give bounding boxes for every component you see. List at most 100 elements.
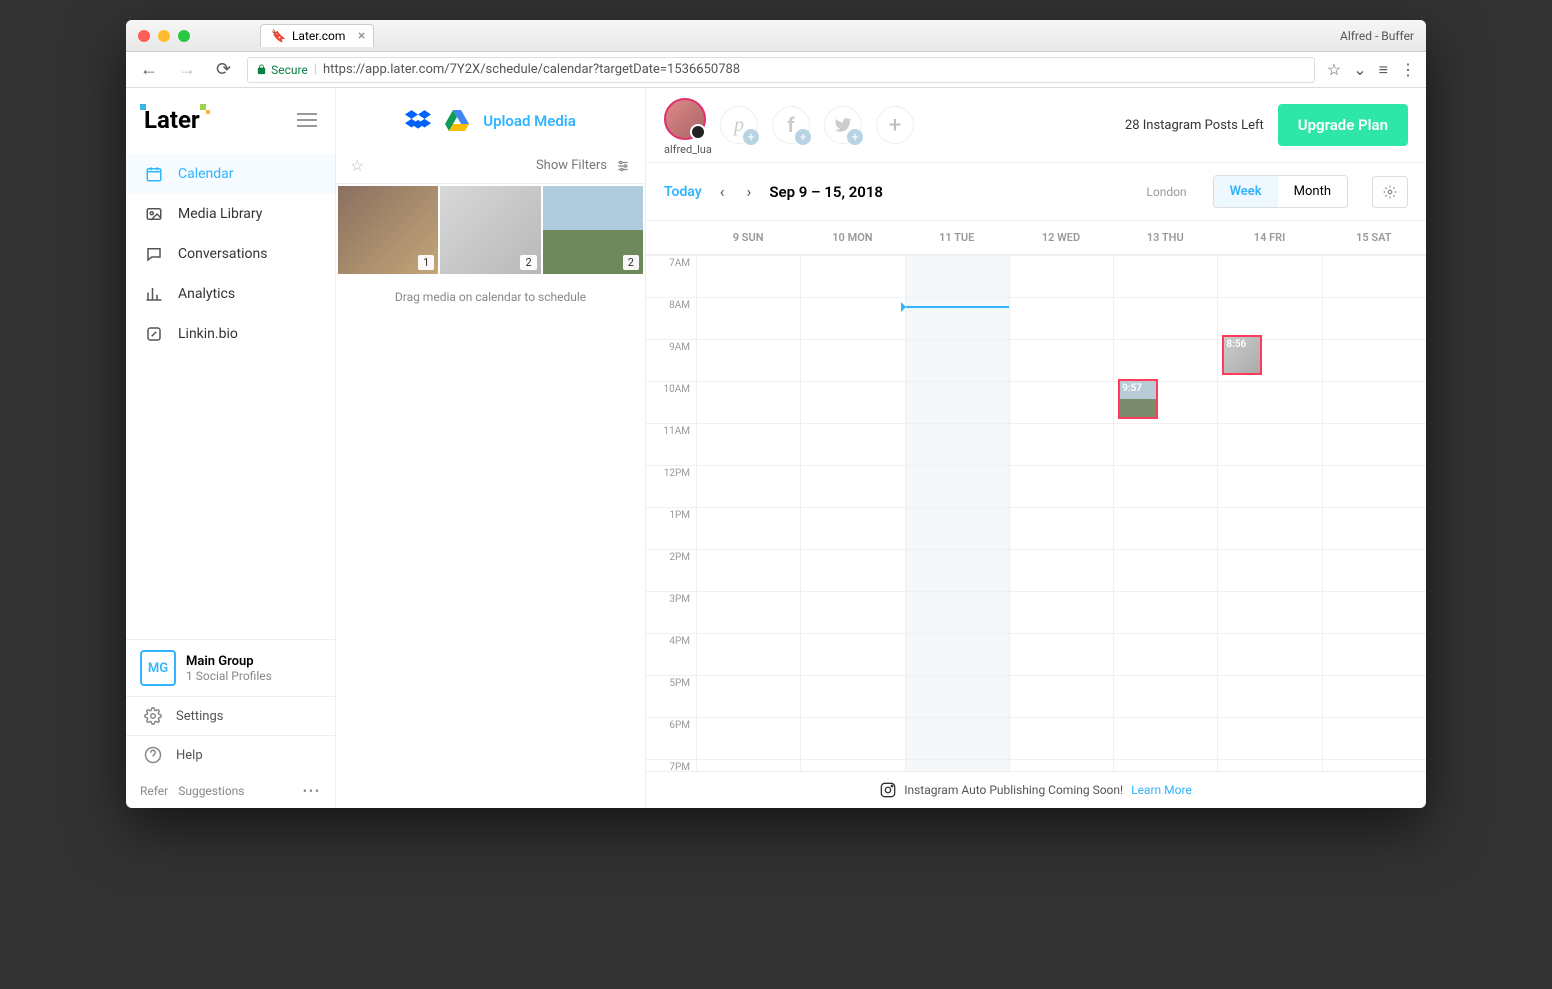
star-filter-icon[interactable]: ☆ <box>350 156 364 175</box>
tab-favicon: 🔖 <box>271 29 286 43</box>
group-sub: 1 Social Profiles <box>186 669 272 683</box>
close-tab-icon[interactable]: × <box>358 28 365 44</box>
hour-label: 7PM <box>646 759 696 771</box>
upload-media-button[interactable]: Upload Media <box>483 112 576 130</box>
dropbox-icon[interactable] <box>405 110 431 132</box>
minimize-window-button[interactable] <box>158 30 170 42</box>
day-column[interactable] <box>905 255 1009 771</box>
sidebar-item-label: Linkin.bio <box>178 326 238 342</box>
calendar-settings-button[interactable] <box>1372 176 1408 208</box>
day-header: 11 TUE <box>905 221 1009 254</box>
refer-link[interactable]: Refer <box>140 784 168 798</box>
scheduled-post[interactable]: 8:56 <box>1222 335 1262 375</box>
day-header: 10 MON <box>800 221 904 254</box>
settings-label: Settings <box>176 709 223 724</box>
day-column[interactable] <box>696 255 800 771</box>
secure-badge: Secure <box>256 63 308 77</box>
gear-icon <box>1383 185 1397 199</box>
pinterest-icon: p <box>734 114 744 137</box>
help-label: Help <box>176 748 203 763</box>
posts-left-label: 28 Instagram Posts Left <box>1125 118 1264 133</box>
media-thumb[interactable]: 2 <box>543 186 643 274</box>
calendar-icon <box>144 164 164 184</box>
more-icon[interactable]: ••• <box>303 784 321 798</box>
sidebar-item-label: Calendar <box>178 166 234 182</box>
add-facebook-button[interactable]: f+ <box>772 106 810 144</box>
back-button[interactable]: ← <box>136 59 162 80</box>
add-profile-button[interactable]: + <box>876 106 914 144</box>
day-column[interactable]: 9:57 <box>1113 255 1217 771</box>
close-window-button[interactable] <box>138 30 150 42</box>
day-header: 15 SAT <box>1322 221 1426 254</box>
learn-more-link[interactable]: Learn More <box>1131 783 1192 797</box>
instagram-icon <box>880 782 896 798</box>
add-pinterest-button[interactable]: p+ <box>720 106 758 144</box>
scheduled-post[interactable]: 9:57 <box>1118 379 1158 419</box>
day-column[interactable] <box>1322 255 1426 771</box>
hour-label: 5PM <box>646 675 696 717</box>
hour-label: 1PM <box>646 507 696 549</box>
suggestions-link[interactable]: Suggestions <box>178 784 244 798</box>
sliders-icon <box>615 159 631 173</box>
sidebar-item-calendar[interactable]: Calendar <box>126 154 335 194</box>
day-column[interactable] <box>800 255 904 771</box>
calendar-grid[interactable]: 7AM8AM9AM10AM11AM12PM1PM2PM3PM4PM5PM6PM7… <box>646 255 1426 771</box>
logo: Later <box>144 106 200 134</box>
help-icon <box>144 746 162 764</box>
tab-title: Later.com <box>292 29 345 43</box>
day-header: 9 SUN <box>696 221 800 254</box>
week-view-button[interactable]: Week <box>1214 176 1278 207</box>
hour-label: 3PM <box>646 591 696 633</box>
banner-text: Instagram Auto Publishing Coming Soon! <box>904 783 1123 797</box>
day-column[interactable]: 8:56 <box>1217 255 1321 771</box>
browser-user-label: Alfred - Buffer <box>1340 29 1414 43</box>
hour-label: 6PM <box>646 717 696 759</box>
menu-icon[interactable]: ⋮ <box>1400 60 1416 80</box>
sidebar-item-media-library[interactable]: Media Library <box>126 194 335 234</box>
upgrade-plan-button[interactable]: Upgrade Plan <box>1278 104 1408 146</box>
hour-label: 9AM <box>646 339 696 381</box>
star-icon[interactable]: ☆ <box>1327 60 1341 80</box>
hour-label: 4PM <box>646 633 696 675</box>
timezone-label[interactable]: London <box>1146 185 1186 199</box>
prev-week-button[interactable]: ‹ <box>716 182 729 201</box>
drag-hint-label: Drag media on calendar to schedule <box>336 276 645 318</box>
show-filters-button[interactable]: Show Filters <box>536 158 631 173</box>
day-header: 12 WED <box>1009 221 1113 254</box>
maximize-window-button[interactable] <box>178 30 190 42</box>
sidebar-item-label: Media Library <box>178 206 262 222</box>
today-button[interactable]: Today <box>664 184 702 200</box>
browser-tab[interactable]: 🔖 Later.com × <box>260 24 374 47</box>
forward-button[interactable]: → <box>174 59 200 80</box>
announcement-banner: Instagram Auto Publishing Coming Soon! L… <box>646 771 1426 808</box>
next-week-button[interactable]: › <box>743 182 756 201</box>
month-view-button[interactable]: Month <box>1278 176 1347 207</box>
media-thumb[interactable]: 1 <box>338 186 438 274</box>
day-header: 13 THU <box>1113 221 1217 254</box>
sidebar-item-settings[interactable]: Settings <box>126 696 335 735</box>
sidebar-item-analytics[interactable]: Analytics <box>126 274 335 314</box>
instagram-icon <box>690 124 706 140</box>
sidebar-item-help[interactable]: Help <box>126 735 335 774</box>
pocket-icon[interactable]: ⌄ <box>1353 60 1366 80</box>
reload-button[interactable]: ⟳ <box>212 59 235 80</box>
url-field[interactable]: Secure | https://app.later.com/7Y2X/sche… <box>247 57 1315 83</box>
group-badge: MG <box>140 650 176 686</box>
browser-url-bar: ← → ⟳ Secure | https://app.later.com/7Y2… <box>126 52 1426 88</box>
buffer-icon[interactable]: ≡ <box>1379 60 1388 80</box>
sidebar-item-linkinbio[interactable]: Linkin.bio <box>126 314 335 354</box>
hour-label: 10AM <box>646 381 696 423</box>
add-twitter-button[interactable]: + <box>824 106 862 144</box>
sidebar-item-conversations[interactable]: Conversations <box>126 234 335 274</box>
media-panel: Upload Media ☆ Show Filters 1 2 2 Drag m… <box>336 88 646 808</box>
google-drive-icon[interactable] <box>445 110 469 132</box>
hour-label: 11AM <box>646 423 696 465</box>
media-thumb[interactable]: 2 <box>440 186 540 274</box>
group-selector[interactable]: MG Main Group 1 Social Profiles <box>126 639 335 696</box>
hour-label: 12PM <box>646 465 696 507</box>
media-grid: 1 2 2 <box>336 184 645 276</box>
instagram-profile-avatar[interactable] <box>664 98 706 140</box>
plus-icon: + <box>889 113 901 138</box>
day-column[interactable] <box>1009 255 1113 771</box>
hamburger-icon[interactable] <box>297 112 317 128</box>
